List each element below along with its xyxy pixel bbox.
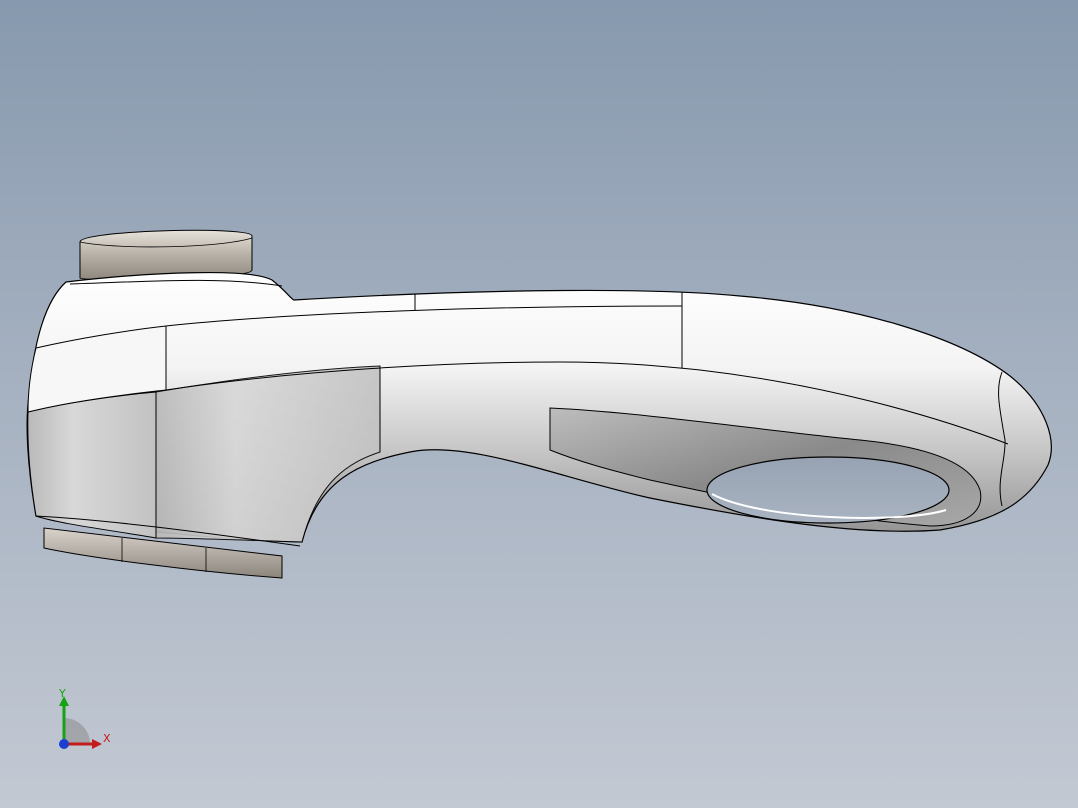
graphics-viewport[interactable]: Y X: [0, 0, 1078, 808]
z-axis-dot: [59, 739, 69, 749]
triad-rotation-arc: [64, 718, 90, 744]
x-axis-label: X: [103, 732, 111, 745]
y-axis-label: Y: [59, 687, 66, 700]
grip-hole[interactable]: [706, 456, 950, 524]
head-front-panel: [155, 365, 381, 543]
3d-model-view[interactable]: [0, 0, 1078, 808]
head-side-panel: [27, 391, 157, 539]
